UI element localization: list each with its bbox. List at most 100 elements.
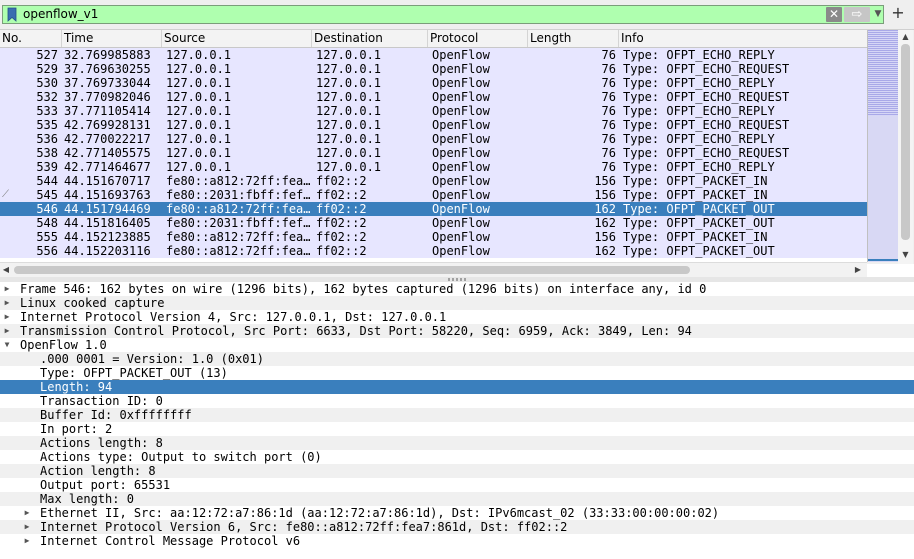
display-filter-text[interactable]: openflow_v1 — [23, 7, 98, 22]
scroll-right-icon[interactable]: ▶ — [852, 263, 864, 277]
column-header-time[interactable]: Time — [62, 30, 162, 47]
packet-row[interactable]: 548 44.151816405 fe80::2031:fbff:fef… ff02:… — [0, 216, 867, 230]
packet-row[interactable]: 532 37.770982046 127.0.0.1 127.0.0.1 OpenFlo… — [0, 90, 867, 104]
packet-row[interactable]: 555 44.152123885 fe80::a812:72ff:fea… ff02:… — [0, 230, 867, 244]
packet-row[interactable]: ⟋ 545 44.151693763 fe80::2031:fbff:fef… ff02… — [0, 188, 867, 202]
detail-row-selected[interactable]: Length: 94 — [0, 380, 914, 394]
vertical-scroll-thumb[interactable] — [901, 44, 910, 240]
packet-cell-destination: ff02::2 — [316, 244, 367, 258]
detail-row[interactable]: ▶ Frame 546: 162 bytes on wire (1296 bits… — [0, 282, 914, 296]
horizontal-scroll-thumb[interactable] — [14, 266, 690, 274]
packet-row[interactable]: 536 42.770022217 127.0.0.1 127.0.0.1 OpenFlo… — [0, 132, 867, 146]
clear-x-icon[interactable]: ✕ — [826, 7, 842, 22]
packet-row[interactable]: 544 44.151670717 fe80::a812:72ff:fea… ff02:… — [0, 174, 867, 188]
packet-cell-no: 548 — [36, 216, 58, 230]
detail-text: Linux cooked capture — [20, 296, 165, 310]
detail-text: Max length: 0 — [40, 492, 134, 506]
collapsed-arrow-icon[interactable]: ▶ — [1, 324, 13, 338]
scroll-left-icon[interactable]: ◀ — [0, 263, 12, 277]
collapsed-arrow-icon[interactable]: ▶ — [21, 520, 33, 534]
detail-text: Transaction ID: 0 — [40, 394, 163, 408]
column-header-source[interactable]: Source — [162, 30, 312, 47]
packet-cell-time: 44.151794469 — [64, 202, 151, 216]
packet-row[interactable]: 529 37.769630255 127.0.0.1 127.0.0.1 OpenFlo… — [0, 62, 867, 76]
splitter-grip-icon[interactable] — [448, 278, 466, 281]
column-header-length[interactable]: Length — [528, 30, 619, 47]
expanded-arrow-icon[interactable]: ▼ — [1, 338, 13, 352]
filter-bookmark-icon[interactable] — [6, 7, 18, 22]
packet-list: No. Time Source Destination Protocol Len… — [0, 30, 914, 264]
packet-row[interactable]: 527 32.769985883 127.0.0.1 127.0.0.1 OpenFlo… — [0, 48, 867, 62]
packet-row-selected[interactable]: 546 44.151794469 fe80::a812:72ff:fea… ff02:… — [0, 202, 867, 216]
packet-cell-source: fe80::2031:fbff:fef… — [166, 188, 311, 202]
collapsed-arrow-icon[interactable]: ▶ — [1, 310, 13, 324]
collapsed-arrow-icon[interactable]: ▶ — [1, 282, 13, 296]
packet-cell-destination: 127.0.0.1 — [316, 146, 382, 160]
detail-row[interactable]: ▶ Linux cooked capture — [0, 296, 914, 310]
packet-cell-info: Type: OFPT_PACKET_OUT — [623, 202, 775, 216]
detail-row[interactable]: ▶ Internet Protocol Version 4, Src: 127.0… — [0, 310, 914, 324]
column-header-no[interactable]: No. — [0, 30, 62, 47]
column-header-protocol[interactable]: Protocol — [428, 30, 528, 47]
display-filter-input[interactable]: openflow_v1 ✕ ⇨ ▼ — [2, 5, 884, 24]
packet-cell-info: Type: OFPT_ECHO_REQUEST — [623, 146, 790, 160]
detail-row[interactable]: Max length: 0 — [0, 492, 914, 506]
detail-row[interactable]: ▶ Internet Control Message Protocol v6 — [0, 534, 914, 548]
packet-cell-source: 127.0.0.1 — [166, 104, 232, 118]
detail-text: Ethernet II, Src: aa:12:72:a7:86:1d (aa:… — [40, 506, 720, 520]
packet-cell-no: 532 — [36, 90, 58, 104]
packet-row[interactable]: 533 37.771105414 127.0.0.1 127.0.0.1 OpenFlo… — [0, 104, 867, 118]
packet-cell-protocol: OpenFlow — [432, 160, 490, 174]
packet-cell-source: 127.0.0.1 — [166, 118, 232, 132]
detail-row[interactable]: Transaction ID: 0 — [0, 394, 914, 408]
detail-row[interactable]: ▶ Ethernet II, Src: aa:12:72:a7:86:1d (aa… — [0, 506, 914, 520]
packet-cell-info: Type: OFPT_PACKET_OUT — [623, 216, 775, 230]
packet-row[interactable]: 530 37.769733044 127.0.0.1 127.0.0.1 OpenFlo… — [0, 76, 867, 90]
chevron-down-icon[interactable]: ▼ — [872, 7, 884, 22]
collapsed-arrow-icon[interactable]: ▶ — [1, 296, 13, 310]
packet-cell-time: 44.151693763 — [64, 188, 151, 202]
packet-cell-time: 44.152123885 — [64, 230, 151, 244]
detail-text: Action length: 8 — [40, 464, 156, 478]
detail-row[interactable]: Action length: 8 — [0, 464, 914, 478]
packet-cell-no: 544 — [36, 174, 58, 188]
horizontal-scrollbar[interactable]: ◀ ▶ — [0, 262, 867, 277]
packet-row[interactable]: 538 42.771405575 127.0.0.1 127.0.0.1 OpenFlo… — [0, 146, 867, 160]
detail-row[interactable]: In port: 2 — [0, 422, 914, 436]
packet-cell-time: 37.769733044 — [64, 76, 151, 90]
vertical-scrollbar[interactable]: ▲ ▼ — [898, 30, 913, 264]
detail-row[interactable]: Buffer Id: 0xffffffff — [0, 408, 914, 422]
packet-minimap[interactable] — [867, 30, 898, 262]
column-header-destination[interactable]: Destination — [312, 30, 428, 47]
packet-cell-info: Type: OFPT_ECHO_REQUEST — [623, 90, 790, 104]
packet-cell-protocol: OpenFlow — [432, 118, 490, 132]
packet-cell-no: 527 — [36, 48, 58, 62]
scroll-down-icon[interactable]: ▼ — [898, 248, 913, 262]
plus-icon[interactable]: + — [889, 3, 907, 23]
packet-cell-length: 76 — [601, 132, 616, 146]
detail-text: Internet Protocol Version 4, Src: 127.0.… — [20, 310, 447, 324]
detail-row[interactable]: ▼ OpenFlow 1.0 — [0, 338, 914, 352]
packet-cell-destination: 127.0.0.1 — [316, 76, 382, 90]
packet-row[interactable]: 539 42.771464677 127.0.0.1 127.0.0.1 OpenFlo… — [0, 160, 867, 174]
detail-row[interactable]: Output port: 65531 — [0, 478, 914, 492]
detail-row[interactable]: ▶ Internet Protocol Version 6, Src: fe80:… — [0, 520, 914, 534]
column-header-info[interactable]: Info — [619, 30, 867, 47]
packet-list-header: No. Time Source Destination Protocol Len… — [0, 30, 867, 48]
packet-row[interactable]: 556 44.152203116 fe80::a812:72ff:fea… ff02:… — [0, 244, 867, 258]
packet-row[interactable]: 535 42.769928131 127.0.0.1 127.0.0.1 OpenFlo… — [0, 118, 867, 132]
detail-row[interactable]: Type: OFPT_PACKET_OUT (13) — [0, 366, 914, 380]
packet-cell-destination: 127.0.0.1 — [316, 104, 382, 118]
detail-row[interactable]: Actions type: Output to switch port (0) — [0, 450, 914, 464]
detail-row[interactable]: .000 0001 = Version: 1.0 (0x01) — [0, 352, 914, 366]
scroll-up-icon[interactable]: ▲ — [898, 30, 913, 44]
packet-cell-destination: ff02::2 — [316, 174, 367, 188]
collapsed-arrow-icon[interactable]: ▶ — [21, 534, 33, 548]
packet-cell-source: 127.0.0.1 — [166, 48, 232, 62]
packet-cell-no: 556 — [36, 244, 58, 258]
detail-row[interactable]: ▶ Transmission Control Protocol, Src Port… — [0, 324, 914, 338]
packet-cell-info: Type: OFPT_PACKET_IN — [623, 174, 768, 188]
collapsed-arrow-icon[interactable]: ▶ — [21, 506, 33, 520]
detail-row[interactable]: Actions length: 8 — [0, 436, 914, 450]
arrow-right-icon[interactable]: ⇨ — [844, 7, 870, 22]
